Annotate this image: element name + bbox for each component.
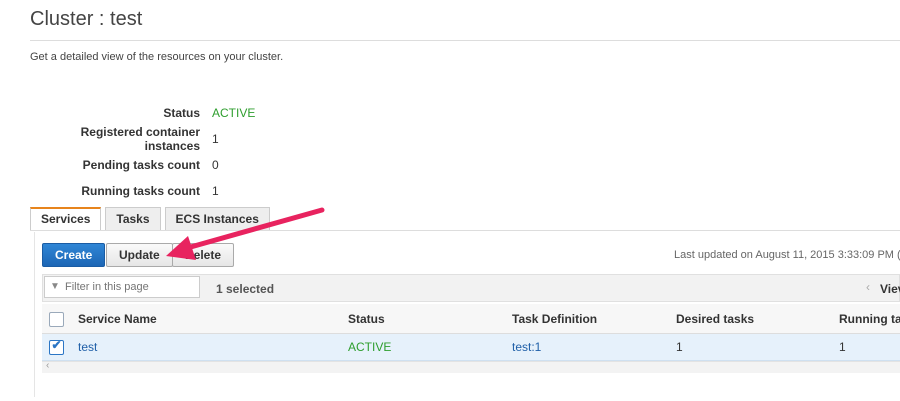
task-definition-link[interactable]: test:1 <box>512 334 541 361</box>
table-row[interactable]: ✔ test ACTIVE test:1 1 1 <box>42 334 900 361</box>
arrow-left-icon[interactable]: ‹ <box>46 360 49 371</box>
service-status: ACTIVE <box>348 340 392 354</box>
column-header-service-name[interactable]: Service Name <box>78 304 157 334</box>
selected-count: 1 selected <box>216 282 275 296</box>
annotation-arrow-head <box>166 236 196 260</box>
last-updated-text: Last updated on August 11, 2015 3:33:09 … <box>674 249 900 261</box>
summary-row-pending-tasks: Pending tasks count 0 <box>30 152 255 178</box>
create-button[interactable]: Create <box>42 243 106 267</box>
desired-tasks-value: 1 <box>676 340 683 354</box>
annotation-arrow-shaft <box>177 207 325 253</box>
chevron-left-icon[interactable]: ‹ <box>866 280 870 294</box>
summary-label: Pending tasks count <box>82 158 200 172</box>
column-header-status[interactable]: Status <box>348 304 385 334</box>
summary-label: Running tasks count <box>81 184 200 198</box>
horizontal-scrollbar[interactable]: ‹ <box>42 360 900 373</box>
column-header-task-definition[interactable]: Task Definition <box>512 304 597 334</box>
summary-row-container-instances: Registered container instances 1 <box>30 125 255 153</box>
column-header-desired-tasks[interactable]: Desired tasks <box>676 304 754 334</box>
pending-tasks-value: 0 <box>212 158 219 172</box>
page-subtitle: Get a detailed view of the resources on … <box>30 51 284 63</box>
annotation-arrow <box>166 207 325 260</box>
title-divider <box>30 40 900 41</box>
view-settings-link[interactable]: Viev <box>880 282 900 296</box>
summary-row-status: Status ACTIVE <box>30 100 255 126</box>
running-tasks-cell: 1 <box>839 340 846 354</box>
tab-services[interactable]: Services <box>30 207 102 231</box>
row-checkbox[interactable]: ✔ <box>49 338 64 355</box>
select-all-checkbox[interactable] <box>49 312 64 327</box>
filter-funnel-icon: ▼ <box>50 281 60 292</box>
container-instances-value: 1 <box>212 132 219 146</box>
column-header-running-tasks[interactable]: Running tas <box>839 304 900 334</box>
summary-label: Status <box>163 106 200 120</box>
filter-input[interactable] <box>44 276 200 298</box>
checkmark-icon: ✔ <box>51 338 62 352</box>
page-title: Cluster : test <box>30 8 143 30</box>
table-header: Service Name Status Task Definition Desi… <box>42 304 900 334</box>
status-value: ACTIVE <box>212 106 256 120</box>
service-name-link[interactable]: test <box>78 334 97 361</box>
summary-label: Registered container instances <box>80 125 200 153</box>
cluster-summary: Status ACTIVE Registered container insta… <box>30 100 256 204</box>
running-tasks-value: 1 <box>212 184 219 198</box>
